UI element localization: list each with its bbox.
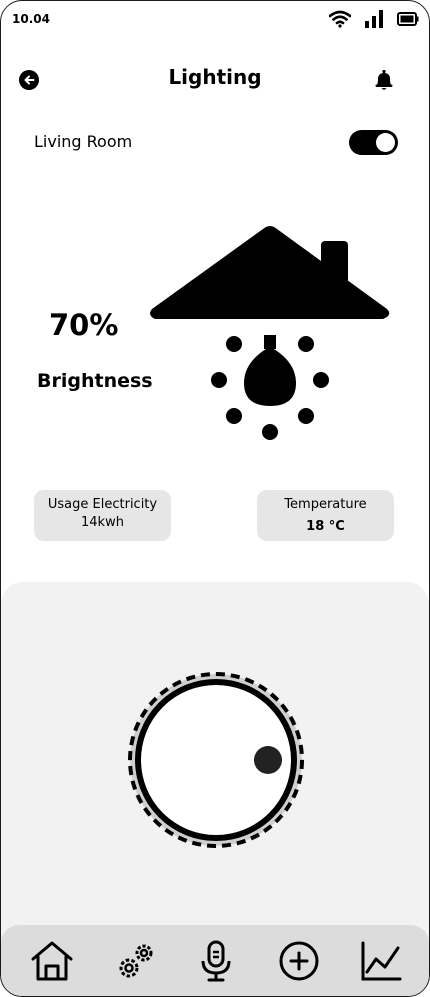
- home-icon: [31, 941, 73, 981]
- temperature-value-row: 18 °C: [257, 519, 394, 535]
- chart-icon: [361, 941, 402, 981]
- brightness-label: Brightness: [37, 370, 153, 392]
- house-lamp-icon: [150, 226, 390, 440]
- temperature-title: Temperature: [284, 497, 367, 512]
- wifi-icon: [329, 10, 351, 28]
- settings-icon: [119, 944, 153, 978]
- status-icons: [329, 10, 419, 28]
- temperature-unit: °C: [328, 519, 345, 534]
- brightness-dial[interactable]: [121, 669, 311, 851]
- temperature-value: 18: [306, 519, 325, 534]
- brightness-value: 70%: [49, 308, 119, 342]
- usage-title: Usage Electricity: [47, 497, 158, 512]
- notification-button[interactable]: [373, 69, 395, 91]
- nav-home-button[interactable]: [30, 939, 74, 983]
- page-title: Lighting: [168, 65, 262, 89]
- add-icon: [279, 941, 319, 981]
- signal-icon: [365, 10, 383, 28]
- usage-electricity-card: Usage Electricity 14kwh: [34, 490, 171, 541]
- room-name: Living Room: [34, 132, 133, 151]
- room-light-toggle[interactable]: [349, 130, 398, 155]
- bell-icon: [375, 69, 393, 90]
- microphone-icon: [201, 940, 231, 982]
- nav-voice-button[interactable]: [194, 939, 238, 983]
- battery-icon: [397, 12, 419, 26]
- nav-settings-button[interactable]: [114, 939, 158, 983]
- phone-frame: 10.04 Lighting Living Room 70% Brightnes…: [0, 0, 430, 997]
- usage-value: 14kwh: [81, 515, 124, 530]
- nav-statistics-button[interactable]: [359, 939, 403, 983]
- dial-handle[interactable]: [254, 746, 282, 774]
- nav-add-button[interactable]: [277, 939, 321, 983]
- toggle-knob: [376, 133, 395, 152]
- temperature-card: Temperature 18 °C: [257, 490, 394, 541]
- status-time: 10.04: [12, 12, 50, 26]
